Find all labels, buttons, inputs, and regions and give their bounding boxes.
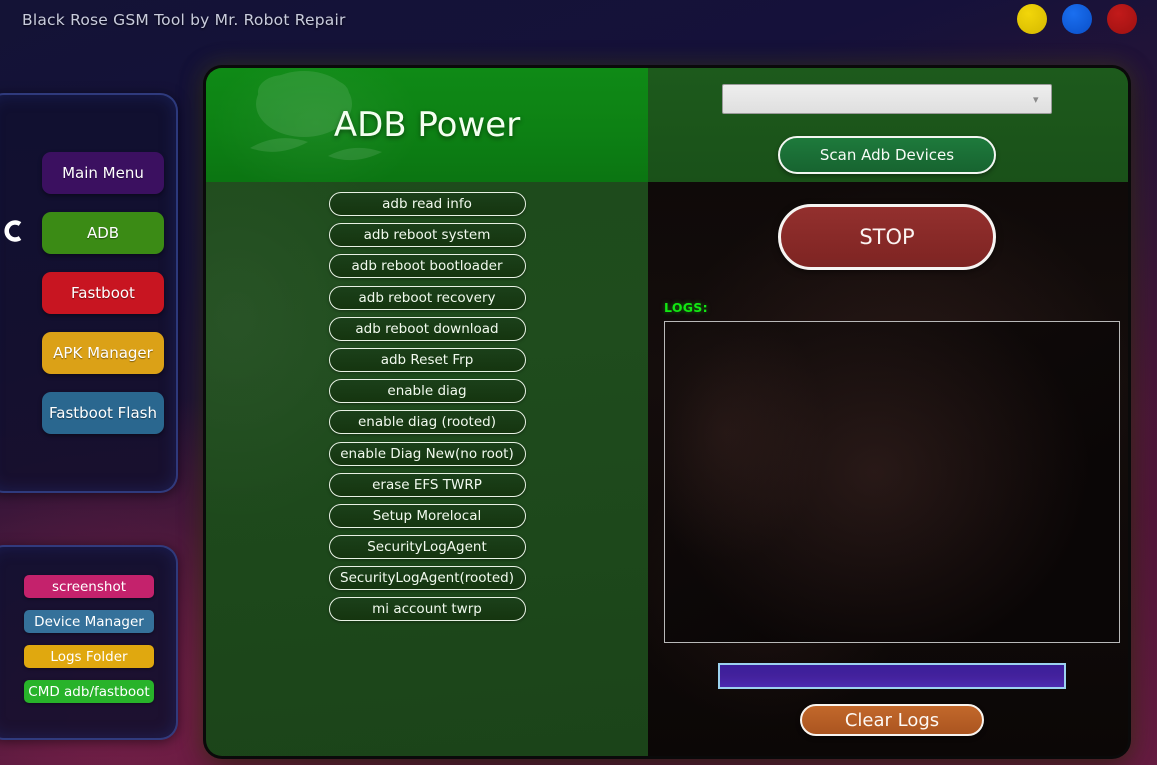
logs-label: LOGS: (664, 300, 708, 315)
action-button[interactable]: Setup Morelocal (328, 503, 526, 528)
refresh-arc-icon[interactable] (4, 216, 26, 246)
action-button[interactable]: enable diag (328, 379, 526, 404)
sidebar-item-apk-manager[interactable]: APK Manager (42, 332, 164, 374)
action-button[interactable]: SecurityLogAgent (328, 535, 526, 560)
sidebar-item-fastboot[interactable]: Fastboot (42, 272, 164, 314)
action-button[interactable]: adb read info (328, 192, 526, 216)
device-control-column: ▾ Scan Adb Devices STOP LOGS: Clear Logs (648, 68, 1128, 756)
action-button[interactable]: enable Diag New(no root) (328, 441, 526, 466)
sidebar-utility-panel: screenshot Device Manager Logs Folder CM… (0, 545, 178, 740)
action-button[interactable]: adb reboot download (328, 316, 526, 341)
scan-adb-devices-button[interactable]: Scan Adb Devices (778, 136, 996, 174)
sidebar-item-fastboot-flash[interactable]: Fastboot Flash (42, 392, 164, 434)
maximize-button[interactable] (1062, 4, 1092, 34)
window-controls (1017, 4, 1137, 34)
action-button[interactable]: adb reboot system (328, 223, 526, 248)
logs-output[interactable] (664, 321, 1120, 643)
action-button[interactable]: adb Reset Frp (328, 347, 526, 372)
cmd-adb-fastboot-button[interactable]: CMD adb/fastboot (24, 680, 154, 703)
panel-header: ADB Power (206, 68, 648, 182)
app-window: ADB Power adb read info adb reboot system… (206, 68, 1128, 756)
minimize-button[interactable] (1017, 4, 1047, 34)
logs-folder-button[interactable]: Logs Folder (24, 645, 154, 668)
action-button[interactable]: SecurityLogAgent(rooted) (328, 566, 526, 591)
action-button[interactable]: mi account twrp (328, 597, 526, 622)
progress-bar[interactable] (718, 663, 1066, 689)
close-button[interactable] (1107, 4, 1137, 34)
page-title: ADB Power (333, 105, 521, 145)
sidebar-nav-panel: Main Menu ADB Fastboot APK Manager Fastb… (0, 93, 178, 493)
stop-button[interactable]: STOP (778, 204, 996, 270)
device-manager-button[interactable]: Device Manager (24, 610, 154, 633)
action-button[interactable]: adb reboot recovery (328, 285, 526, 310)
app-title: Black Rose GSM Tool by Mr. Robot Repair (22, 11, 346, 29)
sidebar-item-adb[interactable]: ADB (42, 212, 164, 254)
desktop-background: Black Rose GSM Tool by Mr. Robot Repair … (0, 0, 1157, 765)
adb-actions-column: ADB Power adb read info adb reboot system… (206, 68, 648, 756)
clear-logs-button[interactable]: Clear Logs (800, 704, 984, 736)
action-button[interactable]: enable diag (rooted) (328, 410, 526, 435)
action-button-list: adb read info adb reboot system adb reboot… (206, 192, 648, 622)
action-button[interactable]: erase EFS TWRP (328, 472, 526, 497)
title-bar: Black Rose GSM Tool by Mr. Robot Repair (0, 0, 1157, 40)
sidebar-item-main-menu[interactable]: Main Menu (42, 152, 164, 194)
device-select[interactable] (722, 84, 1052, 114)
action-button[interactable]: adb reboot bootloader (328, 254, 526, 279)
screenshot-button[interactable]: screenshot (24, 575, 154, 598)
